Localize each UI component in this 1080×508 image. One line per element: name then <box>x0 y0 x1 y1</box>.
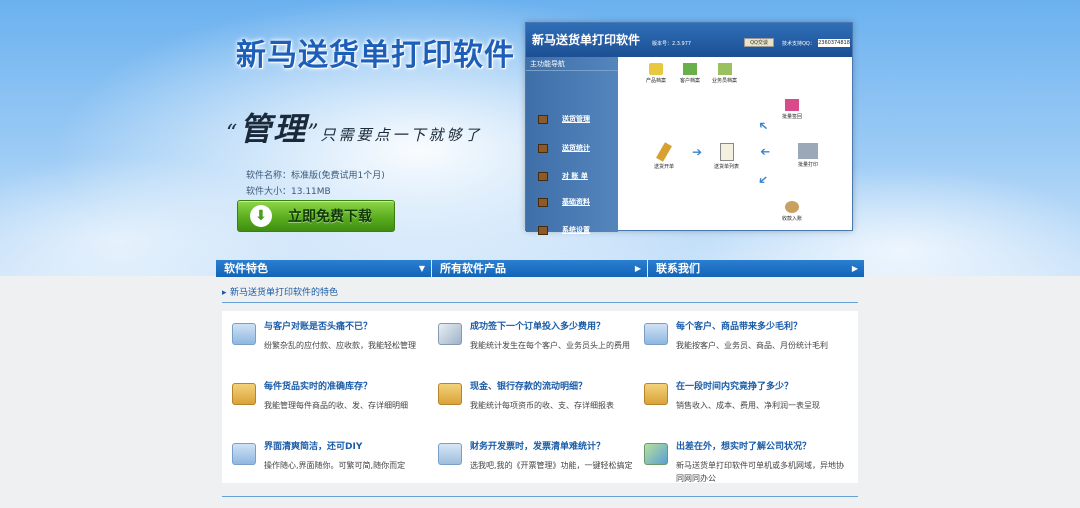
feature-item: 每个客户、商品带来多少毛利？ 我能按客户、业务员、商品、月份统计毛利 <box>634 311 840 361</box>
software-name: 软件名称：标准版(免费试用1个月) <box>246 171 385 181</box>
clipboard-icon <box>719 143 734 161</box>
open-order-node: 送货开单 <box>654 142 674 170</box>
divider <box>222 496 858 497</box>
download-arrow-icon: ⬇ <box>250 205 272 227</box>
sidebar-item-stats: 送货统计 <box>538 141 614 155</box>
batch-print-node: 批量打印 <box>798 143 818 168</box>
slogan-open-quote: “ <box>226 121 240 146</box>
tab-contact[interactable]: 联系我们 ▶ <box>648 260 864 277</box>
app-screenshot: 新马送货单打印软件 版本号：2.3.977 QQ交谈 技术支持QQ： 23603… <box>525 22 853 235</box>
person-icon <box>717 63 732 75</box>
folder-icon <box>232 383 256 405</box>
pencil-icon <box>656 142 672 162</box>
tab-all-products[interactable]: 所有软件产品 ▶ <box>432 260 648 277</box>
app-version: 版本号：2.3.977 <box>652 41 692 47</box>
slogan-rest: 只需要点一下就够了 <box>320 126 483 144</box>
feature-item: 界面清爽简洁，还可DIY 操作随心,界面随你。可繁可简,随你而定 <box>222 431 428 481</box>
feature-item: 每件货品实时的准确库存？ 我能管理每件商品的收、发、存详细明细 <box>222 371 428 421</box>
box-icon <box>538 197 548 207</box>
support-number: 2360374818 <box>818 39 850 47</box>
slogan-highlight: 管理 <box>239 110 308 148</box>
folder-pencil-icon <box>644 383 668 405</box>
app-header: 新马送货单打印软件 版本号：2.3.977 QQ交谈 技术支持QQ： 23603… <box>526 23 852 57</box>
window-icon <box>644 323 668 345</box>
qq-chat-button: QQ交谈 <box>744 38 774 47</box>
feature-item: 出差在外，想实时了解公司状况？ 新马送货单打印软件可单机或多机网域，异地协同网同… <box>634 431 844 483</box>
order-list-node: 送货单列表 <box>714 143 739 170</box>
chevron-right-icon: ▶ <box>851 264 858 273</box>
people-icon <box>683 63 697 75</box>
feature-item: 财务开发票时，发票清单难统计？ 选我吧,我的《开票管理》功能，一键轻松搞定 <box>428 431 634 481</box>
sidebar-item-statement: 对 账 单 <box>538 169 614 183</box>
section-title: 新马送货单打印软件的特色 <box>222 283 858 303</box>
feature-item: 成功签下一个订单投入多少费用？ 我能统计发生在每个客户、业务员头上的费用 <box>428 311 634 361</box>
customer-file-node: 客户档案 <box>680 63 700 84</box>
content-section: 新马送货单打印软件的特色 与客户对账是否头痛不已？ 纷繁杂乱的应付款、应收款，我… <box>222 283 858 508</box>
stack-icon <box>785 99 799 111</box>
box-icon <box>538 171 548 181</box>
software-size: 软件大小：13.11MB <box>246 187 331 197</box>
sidebar-item-basic: 基础资料 <box>538 195 614 209</box>
product-file-node: 产品档案 <box>646 63 666 84</box>
box-icon <box>538 143 548 153</box>
app-sidebar: 主功能导航 送货管理 送货统计 对 账 单 基础资料 系统设置 <box>526 57 618 235</box>
tab-features[interactable]: 软件特色 ▼ <box>216 260 432 277</box>
download-button[interactable]: ⬇ 立即免费下载 <box>237 200 395 232</box>
slogan: “管理”只需要点一下就够了 <box>226 104 483 150</box>
arrow-diag-down-icon: ➔ <box>754 171 772 189</box>
download-label: 立即免费下载 <box>288 209 372 225</box>
sidebar-item-settings: 系统设置 <box>538 223 614 237</box>
slogan-close-quote: ” <box>307 121 321 146</box>
hero-banner: 新马送货单打印软件 “管理”只需要点一下就够了 软件名称：标准版(免费试用1个月… <box>0 0 1080 276</box>
app-main: 产品档案 客户档案 业务员档案 送货开单 送货单列表 批量签回 批量打印 收款入… <box>618 57 852 230</box>
box-icon <box>538 225 548 235</box>
nav-bar: 软件特色 ▼ 所有软件产品 ▶ 联系我们 ▶ <box>216 260 864 277</box>
app-title: 新马送货单打印软件 <box>532 33 641 47</box>
map-icon <box>644 443 668 465</box>
feature-item: 现金、银行存款的流动明细？ 我能统计每项资币的收、支、存详细报表 <box>428 371 634 421</box>
box-icon <box>538 114 548 124</box>
chevron-down-icon: ▼ <box>418 264 425 273</box>
book-icon <box>232 443 256 465</box>
folder-document-icon <box>438 383 462 405</box>
folder-icon <box>232 323 256 345</box>
product-title: 新马送货单打印软件 <box>236 38 515 73</box>
receive-payment-node: 收款入账 <box>782 201 802 222</box>
arrow-right-icon: ➔ <box>692 145 703 159</box>
support-label: 技术支持QQ： <box>782 41 815 47</box>
folder-icon <box>649 63 663 75</box>
salesman-file-node: 业务员档案 <box>712 63 737 84</box>
sidebar-head: 主功能导航 <box>526 57 618 71</box>
money-bag-icon <box>785 201 799 213</box>
document-icon <box>438 323 462 345</box>
feature-item: 在一段时间内究竟挣了多少？ 销售收入、成本、费用、净利润一表呈现 <box>634 371 840 421</box>
arrow-left-icon: ➔ <box>760 145 771 159</box>
printer-icon <box>798 143 818 159</box>
batch-review-node: 批量签回 <box>782 99 802 120</box>
folder-icon <box>438 443 462 465</box>
chevron-right-icon: ▶ <box>634 264 641 273</box>
arrow-diag-up-icon: ➔ <box>754 117 772 135</box>
feature-item: 与客户对账是否头痛不已？ 纷繁杂乱的应付款、应收款，我能轻松管理 <box>222 311 428 361</box>
sidebar-item-delivery: 送货管理 <box>538 112 614 126</box>
feature-grid: 与客户对账是否头痛不已？ 纷繁杂乱的应付款、应收款，我能轻松管理 成功签下一个订… <box>222 311 858 483</box>
